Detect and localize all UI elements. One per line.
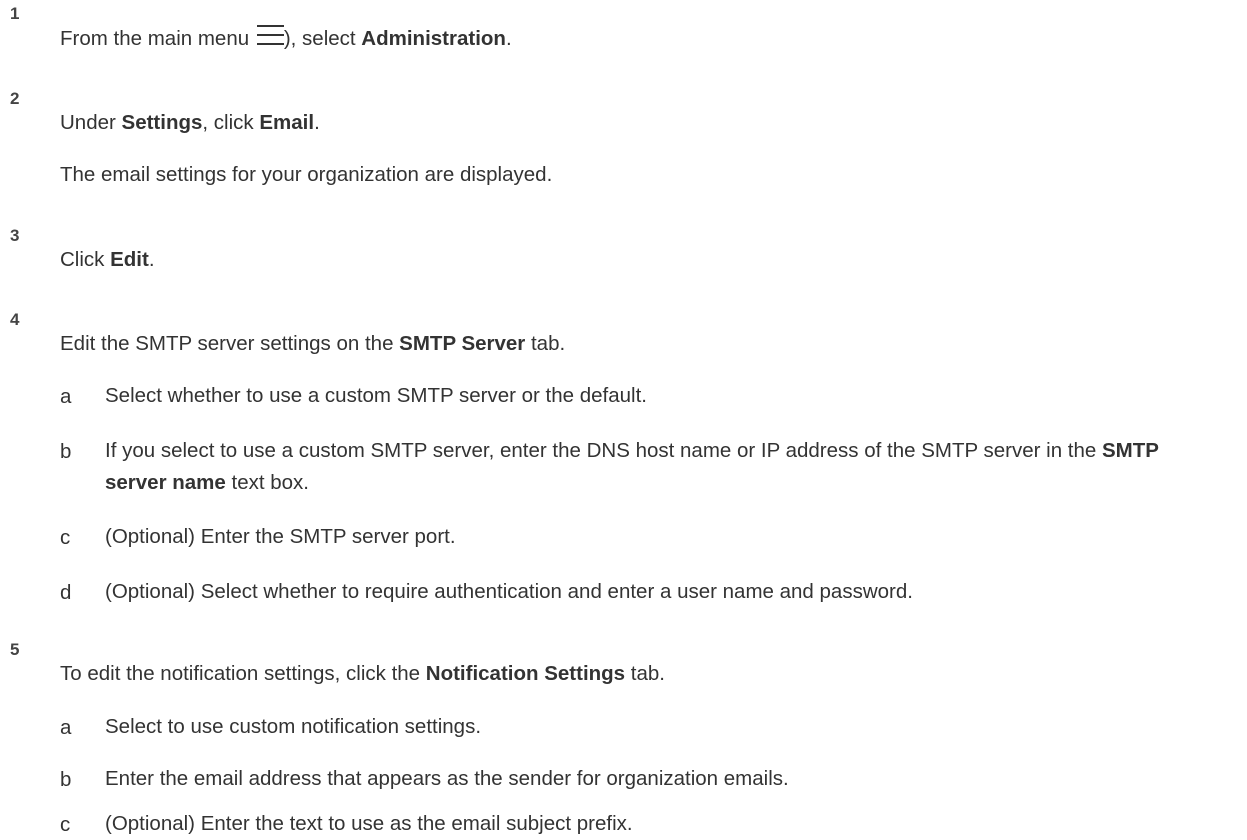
ui-term: SMTP Server [399, 332, 526, 355]
ui-term: Administration [361, 27, 506, 50]
step-text-part: To edit the notification settings, click… [60, 662, 426, 685]
step-text: Under Settings, click Email. [60, 109, 320, 136]
step-text-part: , click [202, 111, 260, 134]
step-text-part: Edit the SMTP server settings on the [60, 332, 400, 355]
step-text-part: tab. [525, 332, 566, 355]
substep-text-part: text box. [225, 471, 310, 494]
step-number: 3 [10, 226, 20, 245]
substep-letter: c [60, 813, 71, 836]
step-text-part: . [148, 248, 155, 271]
step-text: From the main menu ), select Administrat… [60, 24, 512, 52]
step-number: 1 [10, 4, 20, 23]
step-text-part: Click [60, 248, 111, 271]
step-text: Click Edit. [60, 246, 155, 273]
substep-text: Select whether to use a custom SMTP serv… [105, 384, 647, 407]
substep-text: (Optional) Enter the text to use as the … [105, 812, 633, 835]
step-number: 5 [10, 640, 20, 659]
substep-text-part: If you select to use a custom SMTP serve… [105, 439, 1102, 462]
ui-term: Email [259, 111, 315, 134]
substep-letter: a [60, 716, 72, 739]
step-text-part: tab. [625, 662, 665, 685]
step-text-part: ), select [283, 27, 362, 50]
substep-text: (Optional) Select whether to require aut… [105, 580, 913, 603]
step-number: 2 [10, 89, 20, 108]
step-text: Edit the SMTP server settings on the SMT… [60, 330, 565, 357]
step-note: The email settings for your organization… [60, 163, 553, 186]
substep-letter: d [60, 581, 72, 604]
substep-text: If you select to use a custom SMTP serve… [105, 435, 1225, 499]
ui-term: Edit [110, 248, 149, 271]
step-text-part: From the main menu [60, 27, 255, 50]
ui-term: Notification Settings [425, 662, 626, 685]
substep-letter: b [60, 440, 72, 463]
substep-letter: b [60, 768, 72, 791]
step-text-part: . [505, 27, 512, 50]
step-text-part: Under [60, 111, 122, 134]
substep-text: Select to use custom notification settin… [105, 715, 482, 738]
step-number: 4 [10, 310, 20, 329]
step-text: To edit the notification settings, click… [60, 660, 665, 687]
substep-text: Enter the email address that appears as … [105, 767, 789, 790]
ui-term: Settings [121, 111, 203, 134]
step-text-part: . [314, 111, 320, 134]
substep-text: (Optional) Enter the SMTP server port. [105, 525, 456, 548]
substep-letter: a [60, 385, 72, 408]
substep-letter: c [60, 526, 71, 549]
hamburger-menu-icon [256, 24, 284, 46]
